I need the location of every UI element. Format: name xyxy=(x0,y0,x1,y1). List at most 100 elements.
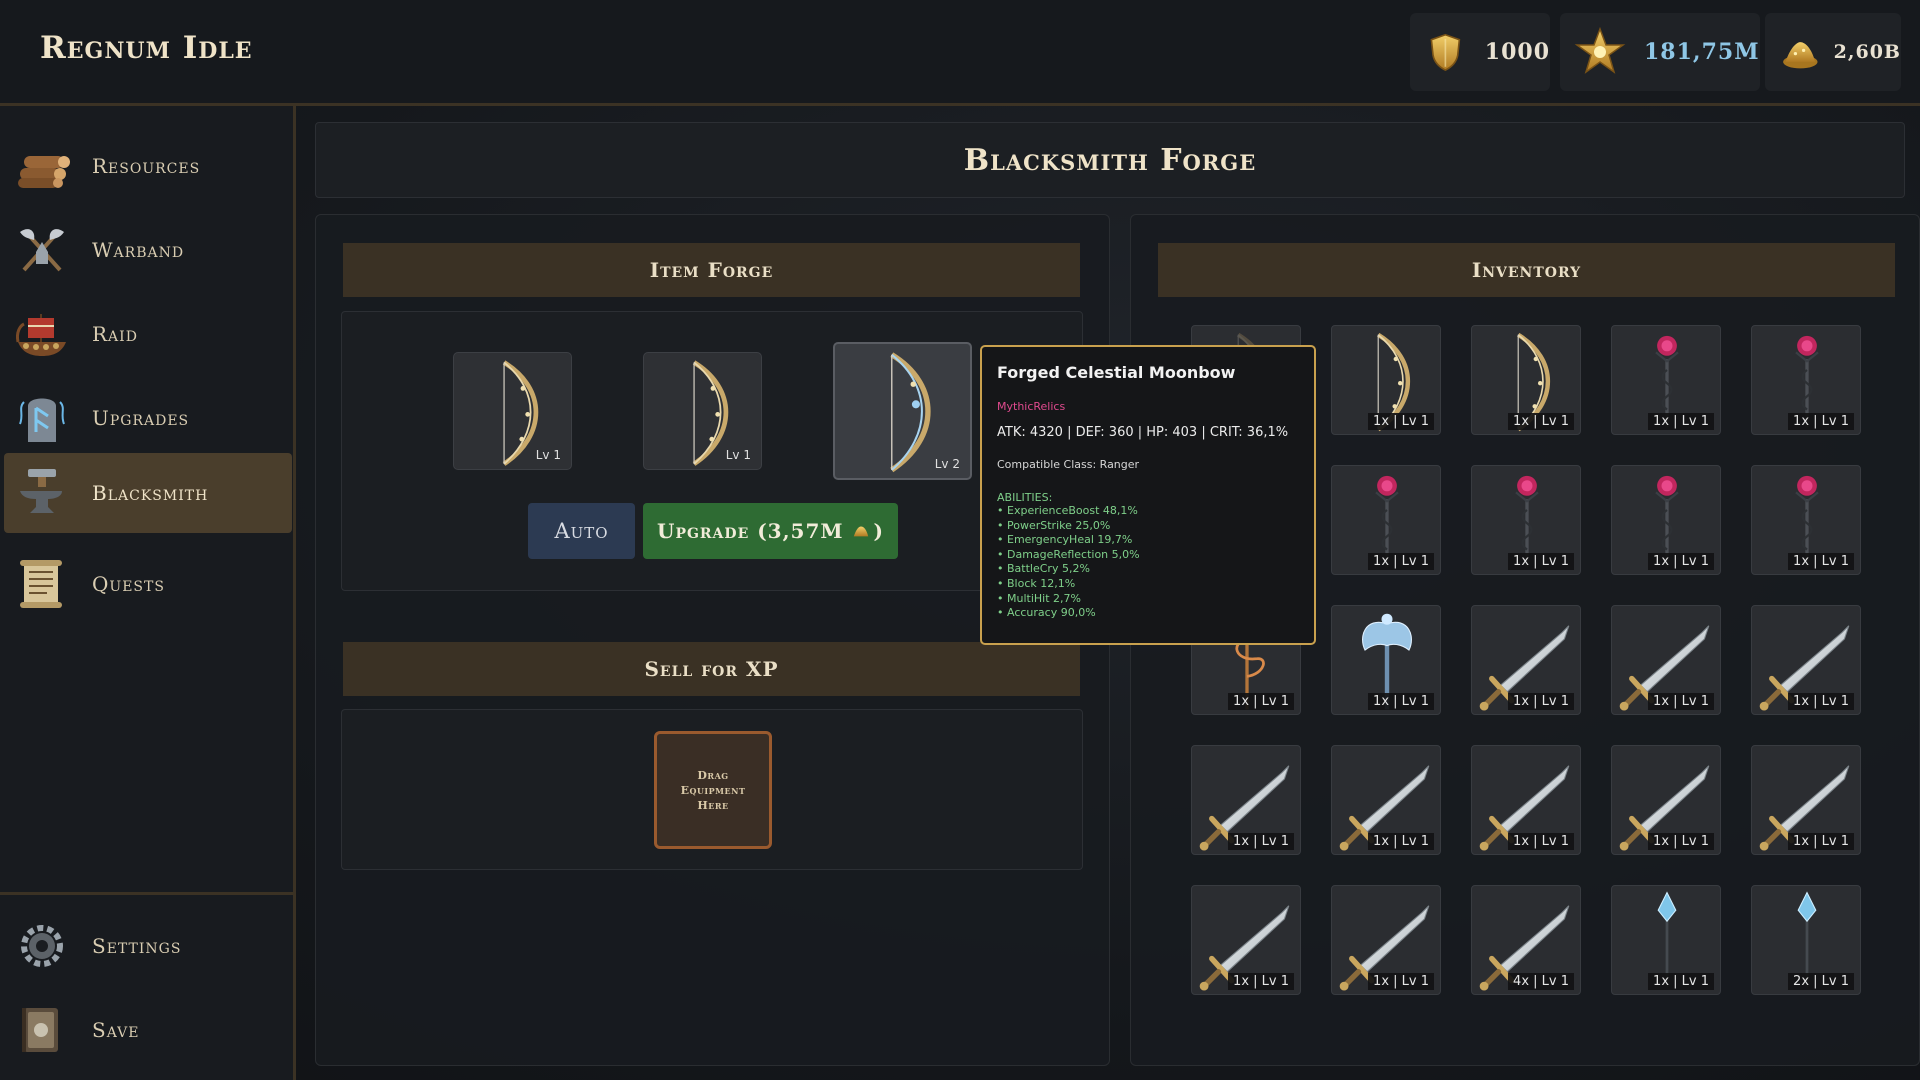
inventory-slot[interactable]: 1x | Lv 1 xyxy=(1751,605,1861,715)
nav-label: Settings xyxy=(92,934,182,958)
inventory-slot[interactable]: 1x | Lv 1 xyxy=(1191,885,1301,995)
slot-level: Lv 1 xyxy=(725,448,751,462)
item-count-badge: 1x | Lv 1 xyxy=(1648,553,1714,570)
ability-item: DamageReflection 5,0% xyxy=(997,548,1299,563)
top-bar: Regnum Idle 1000 181,75M 2,60B xyxy=(0,0,1920,106)
shield-value: 1000 xyxy=(1484,39,1550,65)
inventory-slot[interactable]: 1x | Lv 1 xyxy=(1331,605,1441,715)
ability-item: MultiHit 2,7% xyxy=(997,592,1299,607)
inventory-title: Inventory xyxy=(1158,243,1895,297)
tooltip-abilities-title: ABILITIES: xyxy=(997,491,1053,504)
auto-button[interactable]: Auto xyxy=(528,503,635,559)
inventory-slot[interactable]: 1x | Lv 1 xyxy=(1611,465,1721,575)
forge-slot-1[interactable]: Lv 1 xyxy=(453,352,572,470)
item-count-badge: 1x | Lv 1 xyxy=(1648,693,1714,710)
inventory-slot[interactable]: 1x | Lv 1 xyxy=(1331,465,1441,575)
item-count-badge: 1x | Lv 1 xyxy=(1368,693,1434,710)
forge-slot-result[interactable]: Lv 2 xyxy=(833,342,972,480)
nav-item-save[interactable]: Save xyxy=(4,990,292,1070)
ability-item: ExperienceBoost 48,1% xyxy=(997,504,1299,519)
upgrade-label: Upgrade (3,57M xyxy=(657,519,844,543)
crossed-axes-icon xyxy=(20,229,64,272)
nav-item-upgrades[interactable]: Upgrades xyxy=(4,378,292,458)
nav-label: Upgrades xyxy=(92,406,190,430)
inventory-slot[interactable]: 1x | Lv 1 xyxy=(1611,885,1721,995)
nav-item-resources[interactable]: Resources xyxy=(4,126,292,206)
nav-label: Quests xyxy=(92,572,165,596)
item-count-badge: 1x | Lv 1 xyxy=(1368,973,1434,990)
inventory-slot[interactable]: 1x | Lv 1 xyxy=(1331,885,1441,995)
item-count-badge: 2x | Lv 1 xyxy=(1788,973,1854,990)
sell-drop-zone[interactable]: Drag Equipment Here xyxy=(654,731,772,849)
nav-item-quests[interactable]: Quests xyxy=(4,544,292,624)
logs-icon xyxy=(18,156,70,188)
inventory-slot[interactable]: 1x | Lv 1 xyxy=(1471,325,1581,435)
nav-label: Blacksmith xyxy=(92,481,209,505)
item-count-badge: 1x | Lv 1 xyxy=(1508,413,1574,430)
nav-item-warband[interactable]: Warband xyxy=(4,210,292,290)
inventory-slot[interactable]: 1x | Lv 1 xyxy=(1751,745,1861,855)
item-count-badge: 1x | Lv 1 xyxy=(1788,553,1854,570)
item-count-badge: 1x | Lv 1 xyxy=(1508,833,1574,850)
upgrade-button[interactable]: Upgrade (3,57M ) xyxy=(643,503,898,559)
currency-shield: 1000 xyxy=(1410,13,1550,91)
nav-label: Resources xyxy=(92,154,201,178)
scroll-icon xyxy=(20,560,62,608)
inventory-slot[interactable]: 1x | Lv 1 xyxy=(1331,325,1441,435)
item-tooltip: Forged Celestial Moonbow MythicRelics AT… xyxy=(980,345,1316,645)
inventory-slot[interactable]: 1x | Lv 1 xyxy=(1471,605,1581,715)
tooltip-abilities-list: ExperienceBoost 48,1% PowerStrike 25,0% … xyxy=(997,504,1299,621)
item-count-badge: 1x | Lv 1 xyxy=(1228,973,1294,990)
inventory-slot[interactable]: 1x | Lv 1 xyxy=(1471,465,1581,575)
star-icon xyxy=(1574,26,1626,74)
book-icon xyxy=(22,1008,58,1052)
longship-icon xyxy=(16,314,66,356)
page-title: Blacksmith Forge xyxy=(963,142,1257,178)
nav-item-settings[interactable]: Settings xyxy=(4,906,292,986)
inventory-slot[interactable]: 4x | Lv 1 xyxy=(1471,885,1581,995)
inventory-slot[interactable]: 1x | Lv 1 xyxy=(1331,745,1441,855)
ability-item: BattleCry 5,2% xyxy=(997,562,1299,577)
inventory-slot[interactable]: 1x | Lv 1 xyxy=(1751,465,1861,575)
slot-level: Lv 1 xyxy=(535,448,561,462)
slot-level: Lv 2 xyxy=(934,457,960,471)
rune-stone-icon xyxy=(19,398,65,442)
tooltip-class: Compatible Class: Ranger xyxy=(997,458,1140,471)
ability-item: Accuracy 90,0% xyxy=(997,606,1299,621)
gear-icon xyxy=(21,925,63,967)
item-count-badge: 1x | Lv 1 xyxy=(1368,833,1434,850)
item-count-badge: 1x | Lv 1 xyxy=(1368,413,1434,430)
shield-icon xyxy=(1430,33,1461,72)
ability-item: PowerStrike 25,0% xyxy=(997,519,1299,534)
inventory-slot[interactable]: 1x | Lv 1 xyxy=(1611,325,1721,435)
gold-value: 2,60B xyxy=(1833,41,1901,63)
gold-pile-icon xyxy=(853,526,868,537)
inventory-slot[interactable]: 1x | Lv 1 xyxy=(1611,745,1721,855)
item-count-badge: 1x | Lv 1 xyxy=(1648,973,1714,990)
inventory-slot[interactable]: 1x | Lv 1 xyxy=(1751,325,1861,435)
item-count-badge: 1x | Lv 1 xyxy=(1228,833,1294,850)
game-title: Regnum Idle xyxy=(40,30,253,66)
nav-label: Save xyxy=(92,1018,140,1042)
item-count-badge: 1x | Lv 1 xyxy=(1228,693,1294,710)
anvil-icon xyxy=(20,469,62,513)
currency-gold: 2,60B xyxy=(1765,13,1901,91)
sell-for-xp-title: Sell for XP xyxy=(343,642,1080,696)
inventory-slot[interactable]: 1x | Lv 1 xyxy=(1471,745,1581,855)
page-header: Blacksmith Forge xyxy=(315,122,1905,198)
nav-label: Raid xyxy=(92,322,138,346)
sidebar-divider xyxy=(0,892,296,895)
forge-slot-2[interactable]: Lv 1 xyxy=(643,352,762,470)
upgrade-suffix: ) xyxy=(873,519,884,543)
tooltip-item-name: Forged Celestial Moonbow xyxy=(997,363,1236,382)
ability-item: Block 12,1% xyxy=(997,577,1299,592)
nav-item-blacksmith[interactable]: Blacksmith xyxy=(4,453,292,533)
sidebar: Resources Warband Raid Upgrades Blacksmi… xyxy=(0,106,296,1080)
inventory-slot[interactable]: 1x | Lv 1 xyxy=(1191,745,1301,855)
item-count-badge: 1x | Lv 1 xyxy=(1648,413,1714,430)
item-count-badge: 1x | Lv 1 xyxy=(1368,553,1434,570)
inventory-slot[interactable]: 1x | Lv 1 xyxy=(1611,605,1721,715)
gold-pile-icon xyxy=(1783,42,1818,69)
nav-item-raid[interactable]: Raid xyxy=(4,294,292,374)
inventory-slot[interactable]: 2x | Lv 1 xyxy=(1751,885,1861,995)
